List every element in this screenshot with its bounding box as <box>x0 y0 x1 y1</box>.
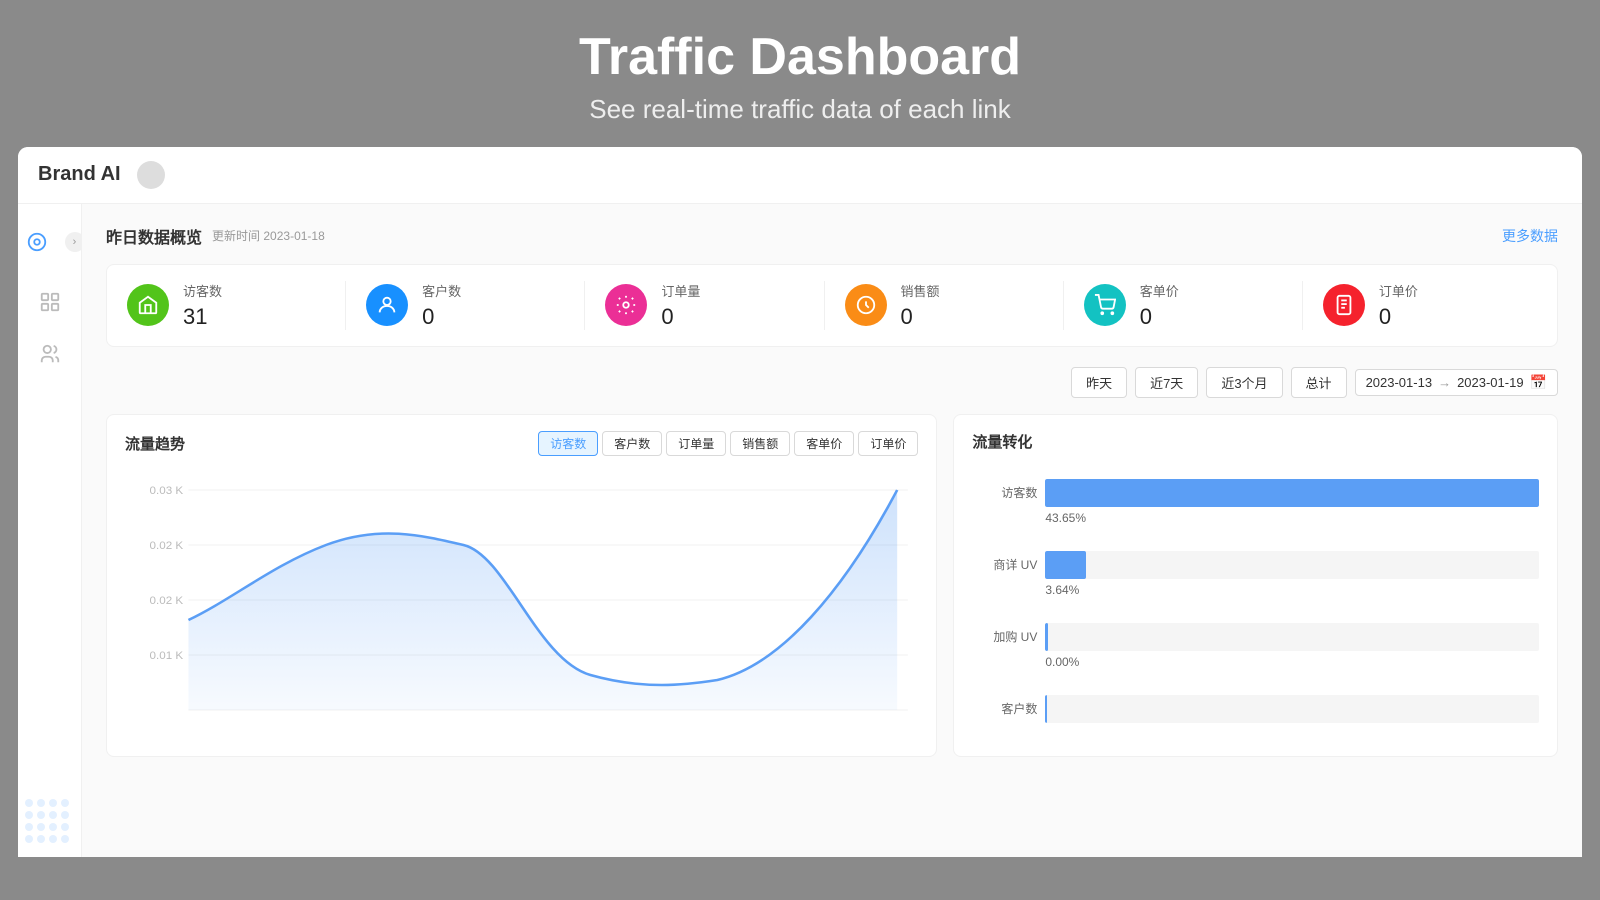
metric-icon-订单量 <box>605 284 647 326</box>
bar-label: 客户数 <box>982 700 1037 717</box>
sidebar-decor <box>25 799 75 849</box>
svg-text:0.01 K: 0.01 K <box>150 650 184 662</box>
line-chart-title: 流量趋势 <box>125 433 185 454</box>
sidebar-item-users[interactable] <box>28 332 72 376</box>
app-body: › 昨日数据概览 <box>18 204 1582 857</box>
bar-row-访客数: 访客数 43.65% <box>982 479 1539 525</box>
bar-percent: 43.65% <box>982 511 1539 525</box>
bar-percent: 3.64% <box>982 583 1539 597</box>
bar-fill <box>1045 551 1086 579</box>
chart-tab-订单价[interactable]: 订单价 <box>858 431 918 456</box>
stats-header: 昨日数据概览 更新时间 2023-01-18 更多数据 <box>106 224 1558 248</box>
svg-text:0.02 K: 0.02 K <box>150 595 184 607</box>
bar-chart-title: 流量转化 <box>972 431 1032 452</box>
sidebar-item-analytics[interactable] <box>28 280 72 324</box>
line-chart-tabs: 访客数客户数订单量销售额客单价订单价 <box>538 431 918 456</box>
app-window: Brand AI › <box>18 147 1582 857</box>
page-title: Traffic Dashboard <box>0 28 1600 88</box>
metric-label-订单价: 订单价 <box>1379 281 1418 300</box>
bar-percent: 0.00% <box>982 655 1539 669</box>
metric-item-销售额: 销售额 0 <box>824 281 1059 330</box>
date-start: 2023-01-13 <box>1366 375 1433 390</box>
metric-item-订单量: 订单量 0 <box>584 281 819 330</box>
bar-chart-area: 访客数 43.65% 商详 UV 3.64% 加购 UV 0.00% 客户数 <box>972 466 1539 736</box>
metric-icon-访客数 <box>127 284 169 326</box>
bar-chart-header: 流量转化 <box>972 431 1539 452</box>
line-chart-area: 0.03 K 0.02 K 0.02 K 0.01 K <box>125 470 918 740</box>
page-header: Traffic Dashboard See real-time traffic … <box>0 0 1600 147</box>
filter-btn-近3个月[interactable]: 近3个月 <box>1206 367 1282 398</box>
metric-item-订单价: 订单价 0 <box>1302 281 1537 330</box>
stats-update-label: 更新时间 2023-01-18 <box>212 227 325 244</box>
page-subtitle: See real-time traffic data of each link <box>0 94 1600 125</box>
metric-label-客户数: 客户数 <box>422 281 461 300</box>
calendar-icon: 📅 <box>1530 374 1547 391</box>
bar-track <box>1045 623 1539 651</box>
metric-label-访客数: 访客数 <box>183 281 222 300</box>
metric-item-客户数: 客户数 0 <box>345 281 580 330</box>
bar-fill <box>1045 695 1046 723</box>
filter-btn-昨天[interactable]: 昨天 <box>1071 367 1127 398</box>
metric-icon-销售额 <box>845 284 887 326</box>
bar-label: 加购 UV <box>982 628 1037 645</box>
chart-tab-访客数[interactable]: 访客数 <box>538 431 598 456</box>
svg-text:0.02 K: 0.02 K <box>150 540 184 552</box>
metric-value-访客数: 31 <box>183 304 222 330</box>
metric-value-订单量: 0 <box>661 304 700 330</box>
date-range-input[interactable]: 2023-01-13 → 2023-01-19 📅 <box>1355 369 1558 396</box>
bar-fill <box>1045 623 1047 651</box>
metric-value-客户数: 0 <box>422 304 461 330</box>
avatar <box>137 161 165 189</box>
bar-label: 商详 UV <box>982 556 1037 573</box>
metric-icon-客户数 <box>366 284 408 326</box>
metrics-row: 访客数 31 客户数 0 订单量 0 销售额 0 客单价 <box>106 264 1558 347</box>
sidebar: › <box>18 204 82 857</box>
bar-label: 访客数 <box>982 484 1037 501</box>
charts-row: 流量趋势 访客数客户数订单量销售额客单价订单价 <box>106 414 1558 757</box>
metric-icon-客单价 <box>1084 284 1126 326</box>
svg-text:0.03 K: 0.03 K <box>150 485 184 497</box>
metric-value-销售额: 0 <box>901 304 940 330</box>
more-data-link[interactable]: 更多数据 <box>1502 226 1558 246</box>
bar-chart-card: 流量转化 访客数 43.65% 商详 UV 3.64% 加购 UV <box>953 414 1558 757</box>
date-arrow: → <box>1438 375 1451 390</box>
bar-track <box>1045 479 1539 507</box>
app-logo: Brand AI <box>38 163 121 186</box>
metric-label-销售额: 销售额 <box>901 281 940 300</box>
chart-tab-订单量[interactable]: 订单量 <box>666 431 726 456</box>
line-chart-header: 流量趋势 访客数客户数订单量销售额客单价订单价 <box>125 431 918 456</box>
date-end: 2023-01-19 <box>1457 375 1524 390</box>
metric-item-客单价: 客单价 0 <box>1063 281 1298 330</box>
stats-title: 昨日数据概览 <box>106 224 202 248</box>
chart-tab-客户数[interactable]: 客户数 <box>602 431 662 456</box>
filter-btn-近7天[interactable]: 近7天 <box>1135 367 1198 398</box>
chart-tab-客单价[interactable]: 客单价 <box>794 431 854 456</box>
metric-item-访客数: 访客数 31 <box>127 281 341 330</box>
metric-label-订单量: 订单量 <box>661 281 700 300</box>
metric-value-客单价: 0 <box>1140 304 1179 330</box>
filter-btn-总计[interactable]: 总计 <box>1291 367 1347 398</box>
app-topbar: Brand AI <box>18 147 1582 204</box>
metric-value-订单价: 0 <box>1379 304 1418 330</box>
bar-row-加购 UV: 加购 UV 0.00% <box>982 623 1539 669</box>
bar-track <box>1045 551 1539 579</box>
metric-label-客单价: 客单价 <box>1140 281 1179 300</box>
sidebar-item-home[interactable] <box>18 220 59 264</box>
main-content: 昨日数据概览 更新时间 2023-01-18 更多数据 访客数 31 <box>82 204 1582 857</box>
line-chart-card: 流量趋势 访客数客户数订单量销售额客单价订单价 <box>106 414 937 757</box>
bar-row-商详 UV: 商详 UV 3.64% <box>982 551 1539 597</box>
chart-tab-销售额[interactable]: 销售额 <box>730 431 790 456</box>
bar-track <box>1045 695 1539 723</box>
metric-icon-订单价 <box>1323 284 1365 326</box>
bar-row-客户数: 客户数 <box>982 695 1539 723</box>
filter-bar: 昨天近7天近3个月总计 2023-01-13 → 2023-01-19 📅 <box>106 367 1558 398</box>
bar-fill <box>1045 479 1539 507</box>
line-chart-svg: 0.03 K 0.02 K 0.02 K 0.01 K <box>125 470 918 740</box>
stats-title-row: 昨日数据概览 更新时间 2023-01-18 <box>106 224 325 248</box>
